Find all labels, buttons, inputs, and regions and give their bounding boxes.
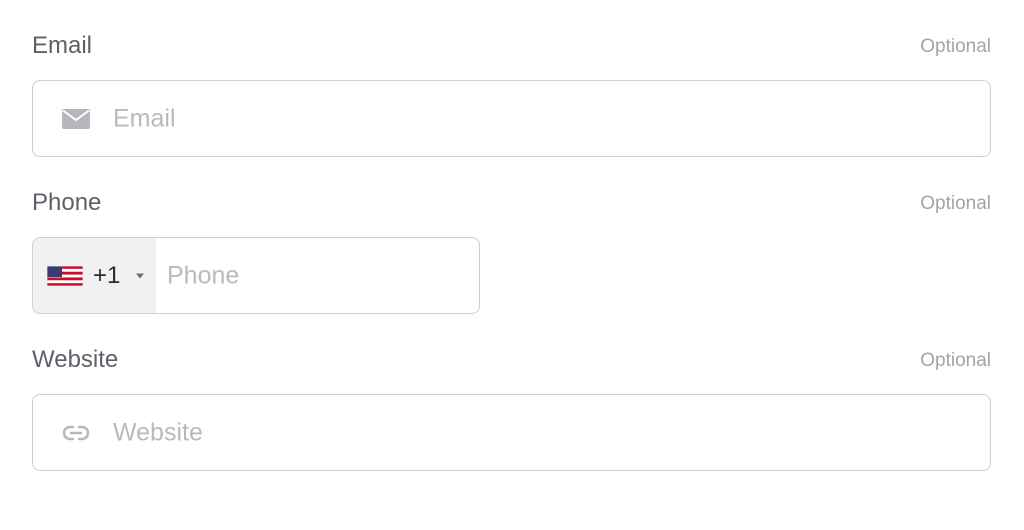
email-input[interactable]: Email	[32, 80, 991, 157]
phone-input-group: +1 Phone	[32, 237, 480, 314]
phone-optional-hint: Optional	[920, 193, 991, 214]
dial-code: +1	[93, 261, 121, 289]
email-placeholder: Email	[113, 104, 176, 132]
website-placeholder: Website	[113, 418, 203, 446]
link-icon	[61, 422, 91, 444]
caret-down-icon	[136, 273, 144, 278]
website-label: Website	[32, 346, 119, 373]
email-field-group: Email Optional Email	[32, 0, 991, 157]
email-label-row: Email Optional	[32, 0, 991, 80]
envelope-icon	[61, 108, 91, 130]
website-field-group: Website Optional Website	[32, 314, 991, 471]
us-flag-icon	[46, 265, 84, 286]
phone-placeholder[interactable]: Phone	[167, 261, 239, 290]
email-label: Email	[32, 32, 93, 59]
phone-label-row: Phone Optional	[32, 157, 991, 237]
country-code-selector[interactable]: +1	[33, 238, 156, 313]
website-input[interactable]: Website	[32, 394, 991, 471]
phone-field-group: Phone Optional +1 Phone	[32, 157, 991, 314]
phone-label: Phone	[32, 189, 102, 216]
website-optional-hint: Optional	[920, 350, 991, 371]
email-optional-hint: Optional	[920, 36, 991, 57]
website-label-row: Website Optional	[32, 314, 991, 394]
contact-form: Email Optional Email Phone Optional +1 P…	[32, 0, 991, 471]
